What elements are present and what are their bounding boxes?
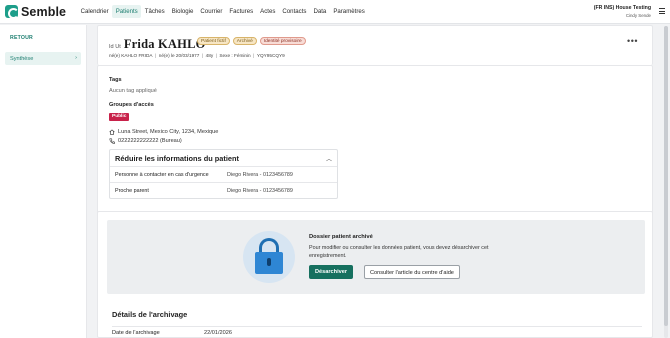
- page-scrollbar[interactable]: [664, 26, 668, 338]
- nav-item-parametres[interactable]: Paramètres: [330, 5, 369, 18]
- archived-notice: Dossier patient archivé Pour modifier ou…: [107, 220, 645, 294]
- archive-date-value: 22/01/2026: [204, 330, 232, 336]
- reduce-patient-info-panel: Réduire les informations du patient ︿ Pe…: [109, 149, 338, 199]
- info-row: Proche parent Diego Rivera - 0123456789: [110, 182, 337, 198]
- access-group-public-badge: Public: [109, 113, 130, 121]
- back-link[interactable]: RETOUR: [10, 35, 33, 41]
- semble-logo[interactable]: Semble: [5, 0, 66, 24]
- user-site: (FR INS) House Testing: [593, 5, 651, 11]
- user-account[interactable]: (FR INS) House Testing Cindy Sende: [594, 5, 651, 19]
- reduce-panel-title: Réduire les informations du patient: [115, 154, 240, 163]
- main-content: Id Ut Frida KAHLO Patient fictif Archivé…: [97, 25, 653, 338]
- phone-icon: [109, 138, 115, 144]
- patient-name: Frida KAHLO: [123, 37, 206, 51]
- help-article-button[interactable]: Consulter l'article du centre d'aide: [364, 265, 460, 279]
- home-icon: [109, 129, 115, 135]
- tags-label: Tags: [109, 77, 122, 83]
- sidebar-item-label: Synthèse: [10, 55, 34, 62]
- main-nav: Calendrier Patients Tâches Biologie Cour…: [77, 0, 368, 24]
- badge-identite-provisoire: Identité provisoire: [259, 37, 306, 45]
- chevron-right-icon: ›: [75, 55, 77, 61]
- sidebar-item-synthese[interactable]: Synthèse ›: [5, 52, 81, 65]
- patient-info-card: Tags Aucun tag appliqué Groupes d'accès …: [97, 65, 653, 233]
- archive-description: Pour modifier ou consulter les données p…: [309, 245, 489, 260]
- nav-item-courrier[interactable]: Courrier: [197, 5, 226, 18]
- top-navigation-bar: Semble Calendrier Patients Tâches Biolog…: [0, 0, 670, 24]
- info-row-value: Diego Rivera - 0123456789: [227, 188, 293, 194]
- app-name: Semble: [21, 4, 67, 19]
- nav-item-actes[interactable]: Actes: [257, 5, 279, 18]
- birth-date: né(e) le 20/03/1977: [158, 53, 200, 58]
- patient-badges: Patient fictif Archivé Identité provisoi…: [197, 37, 309, 45]
- nav-item-data[interactable]: Data: [310, 5, 330, 18]
- phone-text: 0222222222222 (Bureau): [118, 138, 182, 144]
- id-label: Id Ut: [109, 44, 121, 50]
- archive-details-title: Détails de l'archivage: [112, 310, 188, 319]
- patient-meta: né(e) KAHLO FRIDA | né(e) le 20/03/1977 | 48…: [109, 53, 285, 58]
- info-row-key: Proche parent: [115, 188, 149, 194]
- nav-item-patients[interactable]: Patients: [112, 5, 142, 18]
- scrollbar-thumb[interactable]: [664, 26, 668, 326]
- user-name: Cindy Sende: [625, 13, 651, 18]
- address-line: Luna Street, Mexico City, 1234, Mexique: [109, 129, 218, 135]
- patient-identity: Id Ut Frida KAHLO: [109, 37, 206, 52]
- chevron-up-icon[interactable]: ︿: [326, 154, 332, 163]
- access-groups-label: Groupes d'accès: [109, 102, 154, 108]
- badge-patient-fictif: Patient fictif: [197, 37, 230, 45]
- patient-identifier: YQY95CQY9: [256, 53, 285, 58]
- patient-sex: Sexe : Féminin: [219, 53, 251, 58]
- archive-date-label: Date de l'archivage: [112, 330, 160, 336]
- info-row-value: Diego Rivera - 0123456789: [227, 172, 293, 178]
- archive-card: Dossier patient archivé Pour modifier ou…: [97, 211, 653, 338]
- nav-item-contacts[interactable]: Contacts: [279, 5, 310, 18]
- semble-logo-icon: [5, 5, 19, 19]
- info-row: Personne à contacter en cas d'urgence Di…: [110, 166, 337, 182]
- nav-item-biologie[interactable]: Biologie: [168, 5, 197, 18]
- phone-line: 0222222222222 (Bureau): [109, 138, 182, 144]
- archive-details-row: Date de l'archivage 22/01/2026: [112, 326, 642, 338]
- nav-item-taches[interactable]: Tâches: [141, 5, 168, 18]
- sidebar: RETOUR Synthèse ›: [0, 25, 87, 338]
- patient-age: 48y: [205, 53, 214, 58]
- archive-title: Dossier patient archivé: [309, 234, 373, 240]
- tags-empty: Aucun tag appliqué: [109, 88, 157, 94]
- nav-item-calendrier[interactable]: Calendrier: [77, 5, 112, 18]
- badge-archive: Archivé: [232, 37, 257, 45]
- address-text: Luna Street, Mexico City, 1234, Mexique: [118, 129, 219, 135]
- unarchive-button[interactable]: Désarchiver: [309, 265, 354, 279]
- nav-item-factures[interactable]: Factures: [226, 5, 257, 18]
- info-row-key: Personne à contacter en cas d'urgence: [115, 172, 209, 178]
- birth-name: né(e) KAHLO FRIDA: [109, 53, 153, 58]
- patient-header-card: Id Ut Frida KAHLO Patient fictif Archivé…: [97, 25, 653, 65]
- more-options-icon[interactable]: •••: [627, 37, 638, 46]
- lock-icon: [243, 231, 295, 283]
- hamburger-menu-icon[interactable]: [659, 8, 665, 14]
